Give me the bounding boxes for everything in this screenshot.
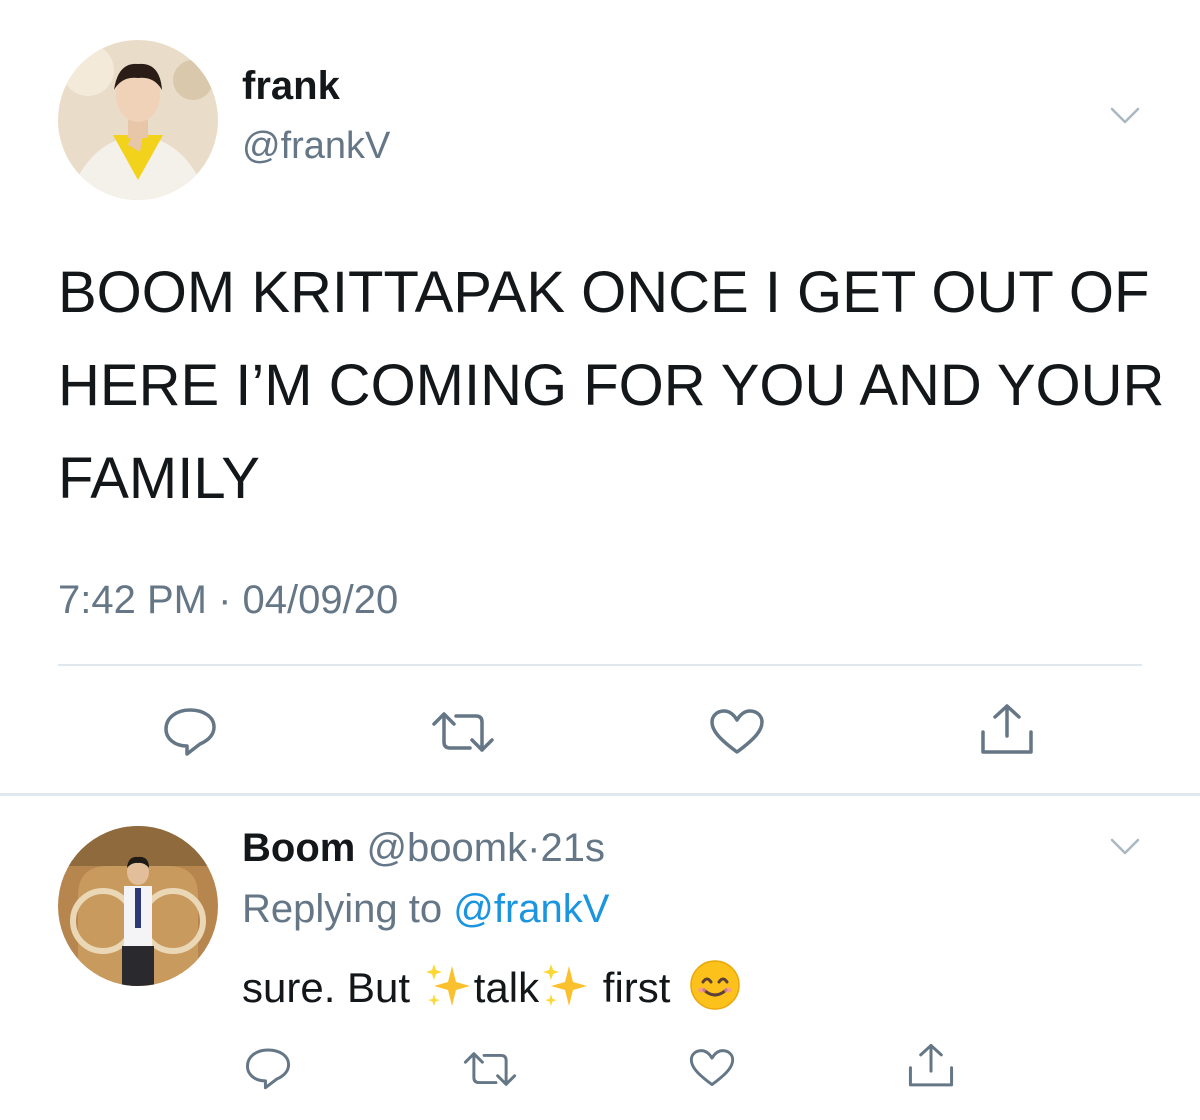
retweet-icon[interactable] xyxy=(462,1050,518,1093)
reply-text-part: sure. But xyxy=(242,964,422,1011)
main-tweet: frank @frankV BOOM KRITTAPAK ONCE I GET … xyxy=(0,0,1200,795)
tweet-actions xyxy=(0,702,1200,762)
reply-icon[interactable] xyxy=(162,706,218,761)
tweet-timestamp[interactable]: 7:42 PM · 04/09/20 xyxy=(58,578,398,623)
like-icon[interactable] xyxy=(708,708,766,761)
reply-handle[interactable]: @boomk xyxy=(366,826,527,870)
reply-actions xyxy=(0,1040,1200,1100)
like-icon[interactable] xyxy=(688,1048,736,1093)
reply-header: Boom @boomk·21s xyxy=(242,826,605,871)
chevron-down-icon[interactable] xyxy=(1110,107,1140,125)
replying-to: Replying to @frankV xyxy=(242,887,609,932)
tweet-text: BOOM KRITTAPAK ONCE I GET OUT OF HERE I’… xyxy=(58,260,1165,511)
replying-to-mention[interactable]: @frankV xyxy=(453,887,609,931)
share-icon[interactable] xyxy=(906,1042,956,1095)
tweet-separator xyxy=(0,793,1200,796)
sparkles-icon xyxy=(539,960,591,1012)
reply-age[interactable]: 21s xyxy=(540,826,605,870)
separator-dot: · xyxy=(527,826,541,870)
reply-text-part: first xyxy=(591,964,683,1011)
retweet-icon[interactable] xyxy=(430,710,496,759)
smiling-face-icon xyxy=(688,958,742,1012)
reply-display-name[interactable]: Boom xyxy=(242,826,355,870)
display-name[interactable]: frank xyxy=(242,64,340,109)
replying-to-label: Replying to xyxy=(242,887,454,931)
sparkles-icon xyxy=(422,960,474,1012)
user-handle[interactable]: @frankV xyxy=(242,125,390,168)
avatar[interactable] xyxy=(58,40,218,200)
reply-icon[interactable] xyxy=(244,1046,292,1095)
reply-text: sure. But talk first xyxy=(242,958,742,1012)
divider xyxy=(58,664,1142,666)
reply-text-part: talk xyxy=(473,964,540,1011)
share-icon[interactable] xyxy=(978,702,1036,763)
reply-avatar[interactable] xyxy=(58,826,218,986)
chevron-down-icon[interactable] xyxy=(1110,838,1140,856)
